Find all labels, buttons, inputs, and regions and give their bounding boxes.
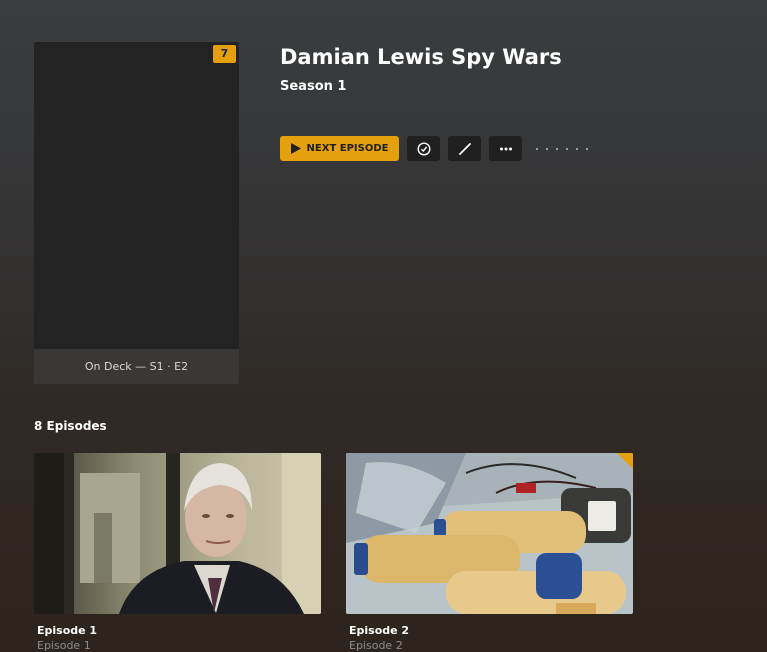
action-toolbar: NEXT EPISODE (280, 136, 588, 161)
unwatched-count-badge: 7 (213, 45, 236, 63)
edit-button[interactable] (448, 136, 481, 161)
season-poster-image[interactable] (34, 42, 239, 349)
play-icon (290, 143, 301, 154)
episode-1-thumbnail[interactable] (34, 453, 321, 614)
next-episode-label: NEXT EPISODE (306, 143, 389, 154)
episode-1-subtitle: Episode 1 (37, 639, 91, 652)
episode-card-2[interactable]: Episode 2 Episode 2 (346, 453, 633, 652)
episode-2-title[interactable]: Episode 2 (346, 624, 633, 638)
next-episode-button[interactable]: NEXT EPISODE (280, 136, 399, 161)
show-title[interactable]: Damian Lewis Spy Wars (280, 45, 562, 69)
episode-card-1[interactable]: Episode 1 Episode 1 (34, 453, 321, 652)
episode-1-title[interactable]: Episode 1 (34, 624, 321, 638)
more-horizontal-icon (499, 147, 512, 150)
poster-caption: On Deck — S1 · E2 (84, 360, 189, 373)
episodes-heading: 8 Episodes (34, 419, 107, 433)
mark-watched-button[interactable] (407, 136, 440, 161)
episode-2-subtitle: Episode 2 (349, 639, 403, 652)
season-poster-card[interactable]: 7 On Deck — S1 · E2 (34, 42, 239, 384)
check-circle-icon (416, 141, 431, 156)
unwatched-indicator (617, 453, 633, 469)
season-label: Season 1 (280, 79, 347, 94)
pencil-icon (458, 142, 471, 155)
loading-indicator (536, 147, 588, 150)
episode-2-thumbnail[interactable] (346, 453, 633, 614)
more-options-button[interactable] (489, 136, 522, 161)
